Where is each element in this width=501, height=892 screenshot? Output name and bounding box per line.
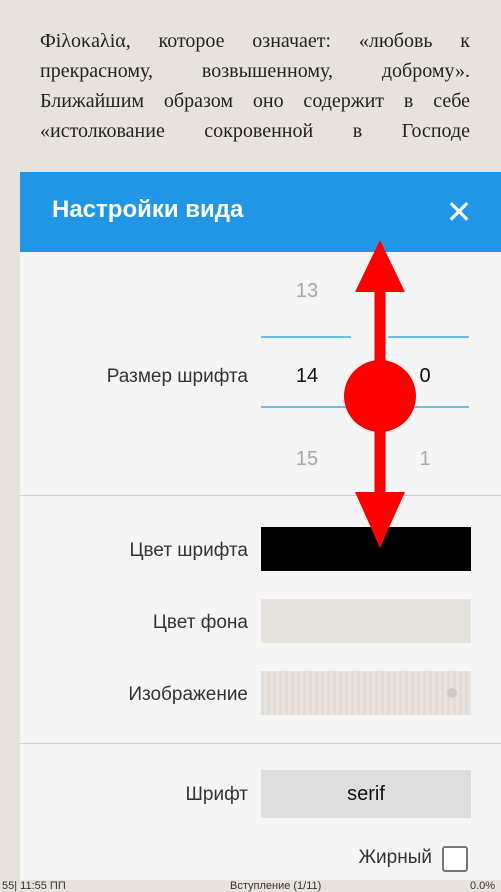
- status-time: 55| 11:55 ПП: [2, 880, 66, 892]
- status-chapter: Вступление (1/11): [230, 880, 322, 892]
- swipe-gesture-overlay: [344, 240, 416, 548]
- status-bar: 55| 11:55 ПП Вступление (1/11) 0.0%: [0, 880, 501, 892]
- touch-point-icon: [344, 360, 416, 432]
- status-progress: 0.0%: [470, 880, 496, 892]
- arrow-up-icon: [355, 240, 405, 292]
- arrow-down-icon: [355, 492, 405, 548]
